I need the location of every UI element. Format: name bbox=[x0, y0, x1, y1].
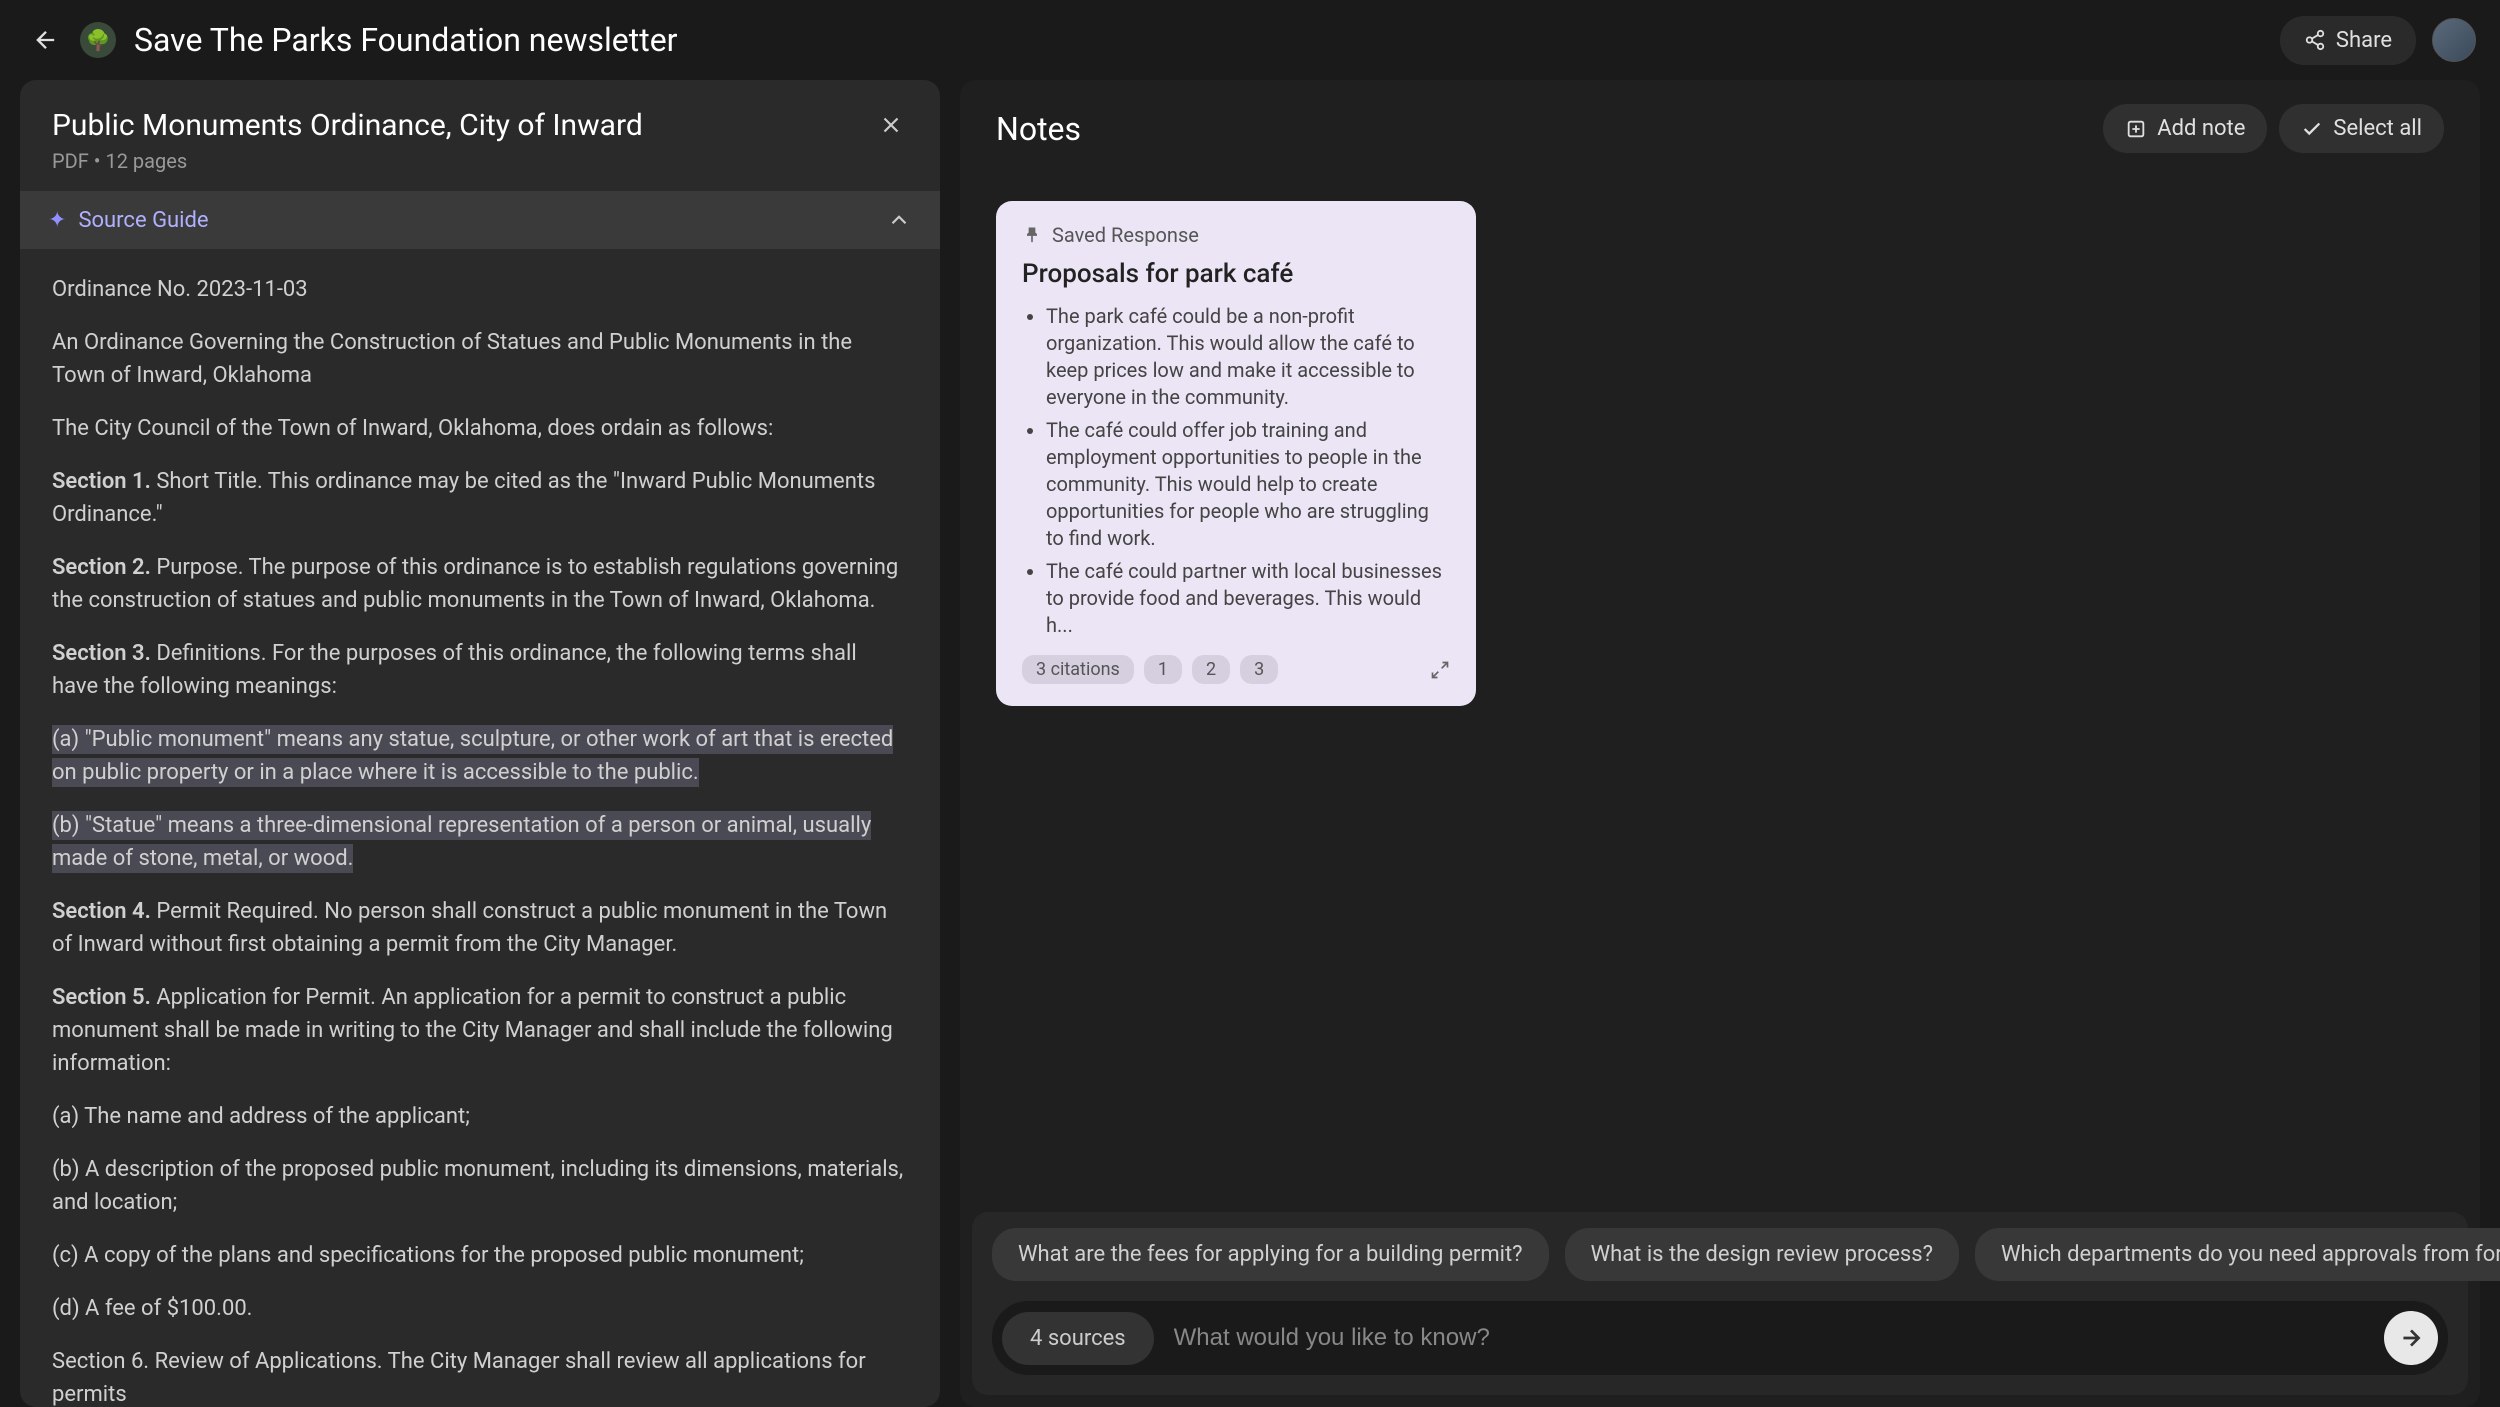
close-button[interactable] bbox=[874, 108, 908, 142]
select-all-button[interactable]: Select all bbox=[2279, 104, 2444, 153]
section-3-label: Section 3. bbox=[52, 641, 151, 666]
expand-button[interactable] bbox=[1430, 660, 1450, 680]
ordinance-intro: An Ordinance Governing the Construction … bbox=[52, 326, 908, 392]
council-statement: The City Council of the Town of Inward, … bbox=[52, 412, 908, 445]
source-meta: PDF • 12 pages bbox=[52, 149, 643, 173]
close-icon bbox=[878, 112, 904, 138]
document-body: Ordinance No. 2023-11-03 An Ordinance Go… bbox=[20, 249, 940, 1407]
section-5-a: (a) The name and address of the applican… bbox=[52, 1100, 908, 1133]
note-bullet: The café could partner with local busine… bbox=[1046, 558, 1450, 639]
arrow-right-icon bbox=[2398, 1325, 2424, 1351]
notes-title: Notes bbox=[996, 110, 1081, 148]
suggestion-chip[interactable]: What is the design review process? bbox=[1565, 1228, 1959, 1281]
section-2-text: Purpose. The purpose of this ordinance i… bbox=[52, 555, 898, 613]
share-label: Share bbox=[2336, 28, 2392, 53]
source-guide-label: Source Guide bbox=[78, 208, 208, 233]
note-bullets: The park café could be a non-profit orga… bbox=[1022, 303, 1450, 639]
share-button[interactable]: Share bbox=[2280, 16, 2416, 65]
check-icon bbox=[2301, 118, 2323, 140]
section-5-b: (b) A description of the proposed public… bbox=[52, 1153, 908, 1219]
ordinance-number: Ordinance No. 2023-11-03 bbox=[52, 273, 908, 306]
note-bullet: The park café could be a non-profit orga… bbox=[1046, 303, 1450, 411]
section-6-partial: Section 6. Review of Applications. The C… bbox=[52, 1345, 908, 1407]
share-icon bbox=[2304, 29, 2326, 51]
section-4-label: Section 4. bbox=[52, 899, 151, 924]
section-3-text: Definitions. For the purposes of this or… bbox=[52, 641, 857, 699]
chat-input[interactable] bbox=[1166, 1314, 2384, 1362]
note-bullet: The café could offer job training and em… bbox=[1046, 417, 1450, 552]
note-title: Proposals for park café bbox=[1022, 259, 1450, 289]
section-2-label: Section 2. bbox=[52, 555, 151, 580]
suggestion-chip[interactable]: Which departments do you need approvals … bbox=[1975, 1228, 2500, 1281]
add-note-button[interactable]: Add note bbox=[2103, 104, 2267, 153]
source-guide-toggle[interactable]: ✦ Source Guide bbox=[20, 191, 940, 249]
source-panel: Public Monuments Ordinance, City of Inwa… bbox=[20, 80, 940, 1407]
document-title: Save The Parks Foundation newsletter bbox=[134, 21, 2280, 59]
pin-icon bbox=[1022, 225, 1042, 245]
add-note-icon bbox=[2125, 118, 2147, 140]
sources-pill[interactable]: 4 sources bbox=[1002, 1312, 1154, 1365]
section-5-label: Section 5. bbox=[52, 985, 151, 1010]
citation-2[interactable]: 2 bbox=[1192, 655, 1230, 684]
section-5-d: (d) A fee of $100.00. bbox=[52, 1292, 908, 1325]
definition-a: (a) "Public monument" means any statue, … bbox=[52, 725, 893, 787]
source-title: Public Monuments Ordinance, City of Inwa… bbox=[52, 108, 643, 143]
section-5-text: Application for Permit. An application f… bbox=[52, 985, 893, 1076]
back-button[interactable] bbox=[24, 18, 68, 62]
citation-3[interactable]: 3 bbox=[1240, 655, 1278, 684]
document-icon: 🌳 bbox=[80, 22, 116, 58]
section-4-text: Permit Required. No person shall constru… bbox=[52, 899, 887, 957]
citations-count: 3 citations bbox=[1022, 655, 1134, 684]
chevron-up-icon bbox=[886, 207, 912, 233]
sparkle-icon: ✦ bbox=[48, 208, 66, 233]
section-5-c: (c) A copy of the plans and specificatio… bbox=[52, 1239, 908, 1272]
notes-panel: Notes Add note Select all Saved Resp bbox=[960, 80, 2480, 1407]
section-1-text: Short Title. This ordinance may be cited… bbox=[52, 469, 875, 527]
send-button[interactable] bbox=[2384, 1311, 2438, 1365]
avatar[interactable] bbox=[2432, 18, 2476, 62]
add-note-label: Add note bbox=[2157, 116, 2245, 141]
suggestion-chip[interactable]: What are the fees for applying for a bui… bbox=[992, 1228, 1549, 1281]
note-card[interactable]: Saved Response Proposals for park café T… bbox=[996, 201, 1476, 706]
citation-1[interactable]: 1 bbox=[1144, 655, 1182, 684]
saved-response-label: Saved Response bbox=[1052, 223, 1199, 247]
section-1-label: Section 1. bbox=[52, 469, 151, 494]
definition-b: (b) "Statue" means a three-dimensional r… bbox=[52, 811, 871, 873]
chat-dock: What are the fees for applying for a bui… bbox=[972, 1212, 2468, 1395]
select-all-label: Select all bbox=[2333, 116, 2422, 141]
